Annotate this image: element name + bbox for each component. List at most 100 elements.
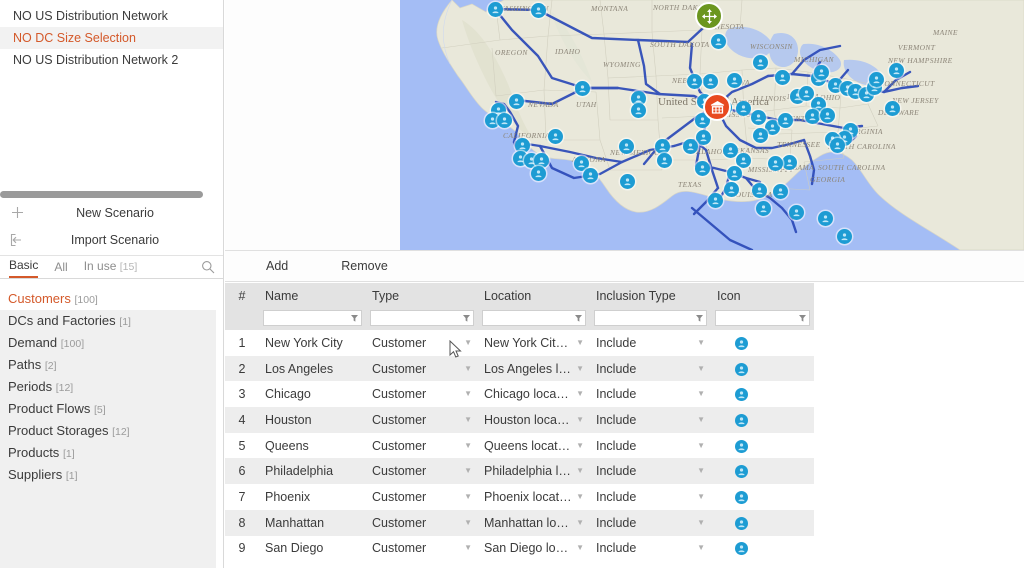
sidebar-item-customers[interactable]: Customers [100]: [0, 288, 223, 310]
cell-inclusion-type-combo[interactable]: Include ▼: [596, 464, 711, 478]
chevron-down-icon[interactable]: ▼: [572, 390, 584, 398]
cell-location[interactable]: Houston location ▼: [478, 407, 590, 433]
map-node-customer[interactable]: [710, 33, 726, 49]
cell-location[interactable]: Los Angeles loca..▼: [478, 355, 590, 382]
cell-name[interactable]: Chicago: [259, 381, 366, 407]
cell-name[interactable]: New York City: [259, 330, 366, 356]
map-node-customer[interactable]: [619, 173, 635, 189]
cell-location[interactable]: San Diego locatio▼: [478, 536, 590, 562]
cell-type-combo[interactable]: Customer ▼: [372, 413, 478, 427]
cell-icon[interactable]: [711, 381, 814, 407]
add-button[interactable]: Add: [256, 251, 298, 281]
map-node-customer[interactable]: [798, 85, 814, 101]
table-row[interactable]: 6PhiladelphiaCustomer▼Philadelphia loca.…: [225, 458, 814, 485]
filter-cell-inclusion-type[interactable]: [590, 308, 711, 330]
map-node-customer[interactable]: [695, 129, 711, 145]
cell-index[interactable]: 7: [225, 484, 259, 510]
map-node-customer[interactable]: [574, 80, 590, 96]
cell-location[interactable]: Chicago location ▼: [478, 381, 590, 407]
filter-input-name[interactable]: [263, 310, 362, 326]
cell-type[interactable]: Customer ▼: [366, 381, 478, 407]
map-node-customer[interactable]: [767, 155, 783, 171]
map-node-customer[interactable]: [702, 73, 718, 89]
scenario-item-1[interactable]: NO DC Size Selection: [0, 27, 223, 49]
cell-location-combo[interactable]: Queens location ▼: [484, 439, 590, 453]
chevron-down-icon[interactable]: ▼: [693, 441, 705, 450]
filter-input-inclusion-type[interactable]: [594, 310, 707, 326]
chevron-down-icon[interactable]: ▼: [460, 467, 472, 475]
map-node-customer[interactable]: [723, 181, 739, 197]
cell-name[interactable]: Manhattan: [259, 509, 366, 536]
chevron-down-icon[interactable]: ▼: [460, 518, 472, 527]
map-node-customer[interactable]: [777, 112, 793, 128]
cell-inclusion-type[interactable]: Include ▼: [590, 407, 711, 433]
map-node-customer[interactable]: [751, 182, 767, 198]
map-node-customer[interactable]: [582, 167, 598, 183]
cell-icon[interactable]: [711, 536, 814, 562]
cell-type[interactable]: Customer ▼: [366, 355, 478, 382]
map-node-customer[interactable]: [654, 138, 670, 154]
cell-type[interactable]: Customer ▼: [366, 458, 478, 485]
cell-location-combo[interactable]: Los Angeles loca..▼: [484, 362, 590, 376]
import-scenario-button[interactable]: Import Scenario: [0, 227, 223, 252]
cell-inclusion-type[interactable]: Include ▼: [590, 355, 711, 382]
sidebar-item-paths[interactable]: Paths [2]: [0, 354, 223, 376]
filter-input-location[interactable]: [482, 310, 586, 326]
column-header-location[interactable]: Location: [478, 283, 590, 308]
cell-name[interactable]: Philadelphia: [259, 458, 366, 485]
cell-type-combo[interactable]: Customer ▼: [372, 387, 478, 401]
filter-input-icon[interactable]: [715, 310, 810, 326]
cell-inclusion-type[interactable]: Include ▼: [590, 509, 711, 536]
chevron-down-icon[interactable]: ▼: [693, 492, 705, 501]
column-header-type[interactable]: Type: [366, 283, 478, 308]
map-node-customer[interactable]: [836, 228, 852, 244]
map-node-customer[interactable]: [819, 107, 835, 123]
cell-name[interactable]: Los Angeles: [259, 355, 366, 382]
cell-index[interactable]: 5: [225, 433, 259, 459]
cell-location[interactable]: Manhattan locati. ▼: [478, 509, 590, 536]
chevron-down-icon[interactable]: ▼: [460, 390, 472, 398]
map-node-customer[interactable]: [618, 138, 634, 154]
cell-inclusion-type[interactable]: Include ▼: [590, 536, 711, 562]
sidebar-item-demand[interactable]: Demand [100]: [0, 332, 223, 354]
chevron-down-icon[interactable]: ▼: [572, 467, 584, 475]
map-node-customer[interactable]: [630, 102, 646, 118]
table-row[interactable]: 1New York CityCustomer▼New York City lo.…: [225, 330, 814, 356]
cell-name[interactable]: San Diego: [259, 536, 366, 562]
chevron-down-icon[interactable]: ▼: [693, 415, 705, 424]
cell-location-combo[interactable]: Chicago location ▼: [484, 387, 590, 401]
map-node-customer[interactable]: [781, 154, 797, 170]
chevron-down-icon[interactable]: ▼: [693, 467, 705, 475]
cell-index[interactable]: 9: [225, 536, 259, 562]
chevron-down-icon[interactable]: ▼: [572, 544, 584, 552]
cell-index[interactable]: 2: [225, 355, 259, 382]
column-header-inclusion-type[interactable]: Inclusion Type: [590, 283, 711, 308]
cell-location-combo[interactable]: Houston location ▼: [484, 413, 590, 427]
table-row[interactable]: 5 Queens Customer ▼ Queens location ▼ Include ▼: [225, 433, 814, 459]
cell-inclusion-type-combo[interactable]: Include ▼: [596, 541, 711, 555]
map-node-customer[interactable]: [682, 138, 698, 154]
map-node-customer[interactable]: [487, 1, 503, 17]
cell-type[interactable]: Customer ▼: [366, 536, 478, 562]
chevron-down-icon[interactable]: ▼: [572, 518, 584, 527]
table-row[interactable]: 3 Chicago Customer ▼ Chicago location ▼ Includ…: [225, 381, 814, 407]
filter-cell-name[interactable]: [259, 308, 366, 330]
chevron-down-icon[interactable]: ▼: [572, 441, 584, 450]
map-node-customer[interactable]: [694, 160, 710, 176]
column-header-icon[interactable]: Icon: [711, 283, 814, 308]
cell-location[interactable]: Philadelphia loca.▼: [478, 458, 590, 485]
cell-type[interactable]: Customer ▼: [366, 330, 478, 356]
cell-type[interactable]: Customer ▼: [366, 407, 478, 433]
cell-type-combo[interactable]: Customer ▼: [372, 362, 478, 376]
map-node-customer[interactable]: [735, 100, 751, 116]
chevron-down-icon[interactable]: ▼: [572, 338, 584, 347]
cell-type-combo[interactable]: Customer ▼: [372, 490, 478, 504]
cell-inclusion-type-combo[interactable]: Include ▼: [596, 387, 711, 401]
cell-type-combo[interactable]: Customer ▼: [372, 541, 478, 555]
map-node-customer[interactable]: [888, 62, 904, 78]
cell-icon[interactable]: [711, 407, 814, 433]
map-node-customer[interactable]: [726, 165, 742, 181]
chevron-down-icon[interactable]: ▼: [693, 338, 705, 347]
cell-inclusion-type-combo[interactable]: Include ▼: [596, 336, 711, 350]
table-row[interactable]: 2Los Angeles Customer▼ Los Angeles loca..▼…: [225, 355, 814, 382]
